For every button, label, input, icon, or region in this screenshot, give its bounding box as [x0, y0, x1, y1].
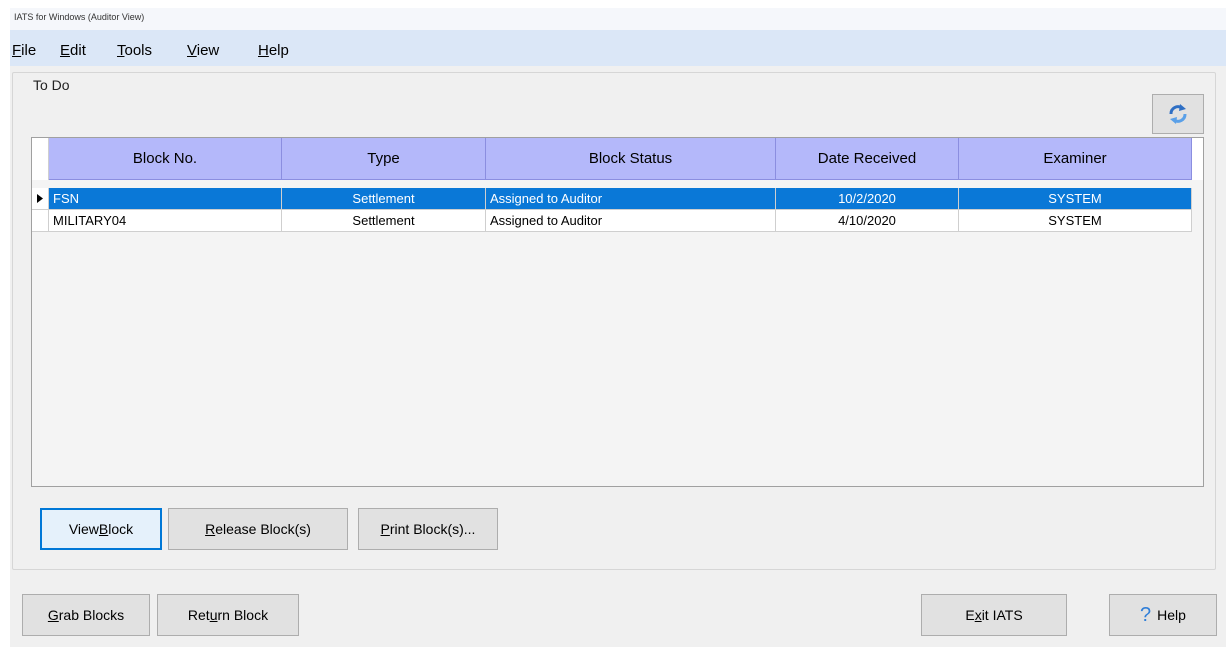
row-indicator	[32, 210, 49, 232]
cell-block-no[interactable]: FSN	[49, 188, 282, 210]
menu-tools[interactable]: Tools	[117, 42, 152, 59]
release-blocks-button[interactable]: Release Block(s)	[168, 508, 348, 550]
column-header-block-no[interactable]: Block No.	[49, 138, 282, 180]
view-block-button[interactable]: View Block	[40, 508, 162, 550]
column-header-date-received[interactable]: Date Received	[776, 138, 959, 180]
todo-grid: Block No. Type Block Status Date Receive…	[31, 137, 1204, 487]
column-header-type[interactable]: Type	[282, 138, 486, 180]
table-row[interactable]: MILITARY04 Settlement Assigned to Audito…	[32, 210, 1203, 232]
help-button[interactable]: ? Help	[1109, 594, 1217, 636]
row-header-corner	[32, 138, 49, 180]
grid-header: Block No. Type Block Status Date Receive…	[32, 138, 1203, 180]
cell-type[interactable]: Settlement	[282, 188, 486, 210]
question-mark-icon: ?	[1140, 604, 1152, 626]
column-header-block-status[interactable]: Block Status	[486, 138, 776, 180]
cell-block-no[interactable]: MILITARY04	[49, 210, 282, 232]
cell-block-status[interactable]: Assigned to Auditor	[486, 210, 776, 232]
menu-help[interactable]: Help	[258, 42, 289, 59]
menu-bar: File Edit Tools View Help	[10, 30, 1226, 66]
cell-type[interactable]: Settlement	[282, 210, 486, 232]
todo-group-label: To Do	[31, 77, 72, 93]
refresh-icon	[1169, 104, 1187, 124]
cell-examiner[interactable]: SYSTEM	[959, 188, 1192, 210]
cell-date-received[interactable]: 10/2/2020	[776, 188, 959, 210]
cell-date-received[interactable]: 4/10/2020	[776, 210, 959, 232]
column-header-examiner[interactable]: Examiner	[959, 138, 1192, 180]
exit-iats-button[interactable]: Ex it IATS	[921, 594, 1067, 636]
print-blocks-button[interactable]: Print Block(s)...	[358, 508, 498, 550]
grab-blocks-button[interactable]: Grab Blocks	[22, 594, 150, 636]
return-block-button[interactable]: Ret u rn Block	[157, 594, 299, 636]
cell-examiner[interactable]: SYSTEM	[959, 210, 1192, 232]
refresh-button[interactable]	[1152, 94, 1204, 134]
current-row-indicator	[32, 188, 49, 210]
window-title: IATS for Windows (Auditor View)	[14, 12, 145, 22]
cell-block-status[interactable]: Assigned to Auditor	[486, 188, 776, 210]
menu-file[interactable]: File	[12, 42, 36, 59]
title-bar: IATS for Windows (Auditor View)	[10, 8, 1226, 30]
table-row[interactable]: FSN Settlement Assigned to Auditor 10/2/…	[32, 188, 1203, 210]
menu-view[interactable]: View	[187, 42, 219, 59]
menu-edit[interactable]: Edit	[60, 42, 86, 59]
row-pointer-icon	[37, 194, 43, 203]
